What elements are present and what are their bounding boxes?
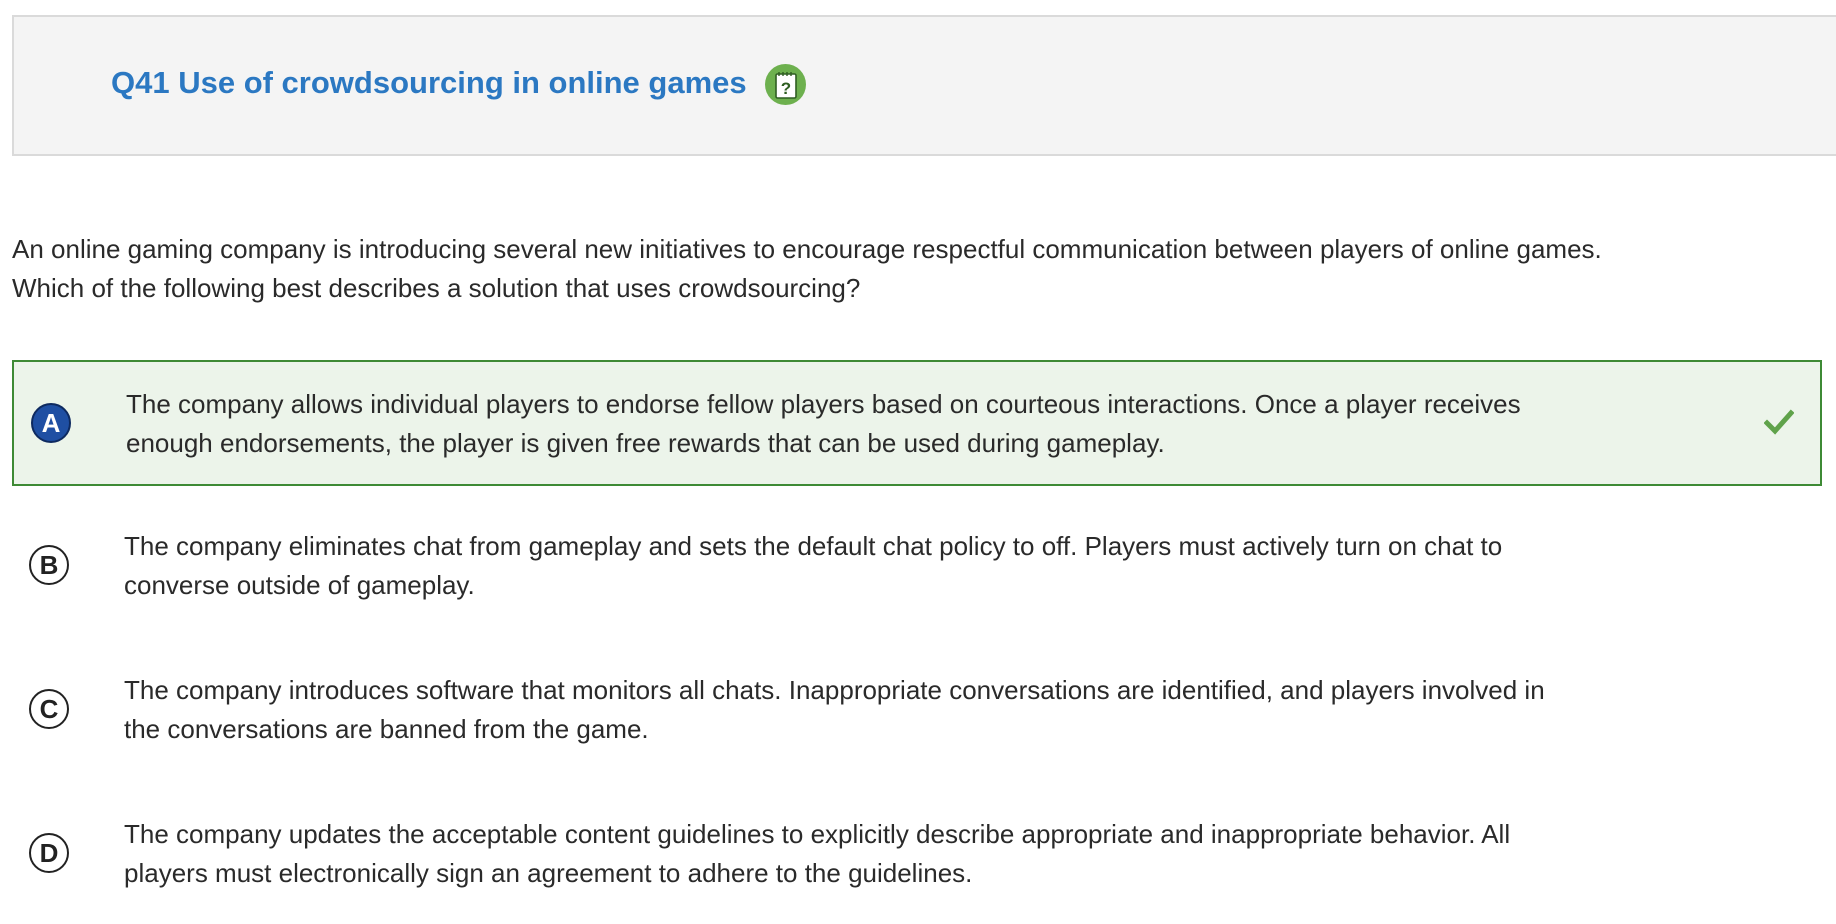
option-d-text: The company updates the acceptable conte… — [124, 819, 1511, 888]
option-b-text: The company eliminates chat from gamepla… — [124, 531, 1503, 600]
option-c-badge[interactable]: C — [29, 689, 69, 729]
option-c[interactable]: C The company introduces software that m… — [12, 648, 1822, 774]
option-d-badge[interactable]: D — [29, 833, 69, 873]
question-title: Q41 Use of crowdsourcing in online games — [111, 65, 747, 100]
option-b[interactable]: B The company eliminates chat from gamep… — [12, 504, 1822, 630]
question-notepad-icon[interactable]: ? — [765, 64, 806, 105]
option-b-badge[interactable]: B — [29, 545, 69, 585]
question-prompt: An online gaming company is introducing … — [12, 230, 1802, 308]
option-a-badge[interactable]: A — [31, 403, 71, 443]
question-line-1: An online gaming company is introducing … — [12, 234, 1602, 264]
notepad-glyph: ? — [774, 71, 797, 99]
option-d[interactable]: D The company updates the acceptable con… — [12, 792, 1822, 918]
svg-text:?: ? — [780, 79, 790, 98]
question-line-2: Which of the following best describes a … — [12, 273, 861, 303]
checkmark-icon — [1764, 409, 1794, 435]
option-a-text: The company allows individual players to… — [126, 389, 1521, 458]
option-a[interactable]: A The company allows individual players … — [12, 360, 1822, 486]
question-header: Q41 Use of crowdsourcing in online games… — [12, 15, 1836, 156]
option-c-text: The company introduces software that mon… — [124, 675, 1545, 744]
